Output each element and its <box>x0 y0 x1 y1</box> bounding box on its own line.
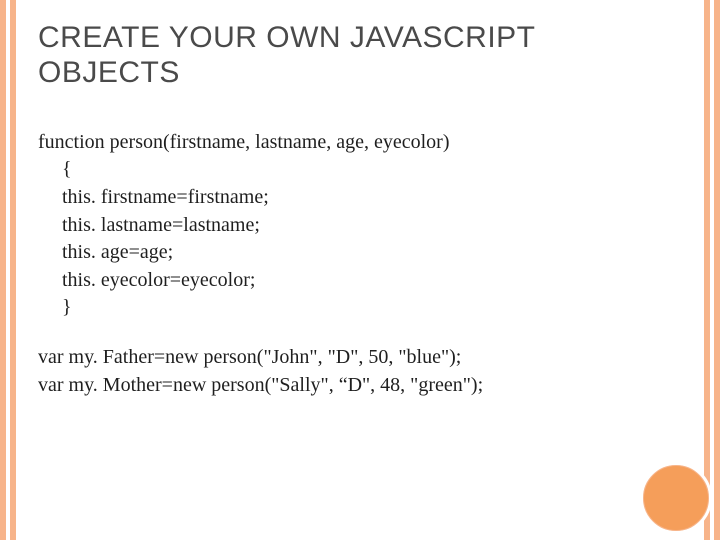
right-stripe-outer <box>714 0 720 540</box>
code-line-eyecolor: this. eyecolor=eyecolor; <box>38 267 682 295</box>
content-area: CREATE YOUR OWN JAVASCRIPT OBJECTS funct… <box>38 20 682 399</box>
left-stripe-outer <box>0 0 6 540</box>
code-line-lastname: this. lastname=lastname; <box>38 212 682 240</box>
usage-line-mother: var my. Mother=new person("Sally", “D", … <box>38 372 682 400</box>
right-stripe-inner <box>704 0 710 540</box>
spacer <box>38 322 682 344</box>
code-fn-signature: function person(firstname, lastname, age… <box>38 129 682 157</box>
slide: CREATE YOUR OWN JAVASCRIPT OBJECTS funct… <box>0 0 720 540</box>
code-brace-open: { <box>38 156 682 184</box>
usage-line-father: var my. Father=new person("John", "D", 5… <box>38 344 682 372</box>
code-line-firstname: this. firstname=firstname; <box>38 184 682 212</box>
code-line-age: this. age=age; <box>38 239 682 267</box>
decorative-circle-icon <box>640 462 712 534</box>
slide-body: function person(firstname, lastname, age… <box>38 129 682 399</box>
slide-title: CREATE YOUR OWN JAVASCRIPT OBJECTS <box>38 20 682 91</box>
code-brace-close: } <box>38 294 682 322</box>
left-stripe-inner <box>10 0 16 540</box>
